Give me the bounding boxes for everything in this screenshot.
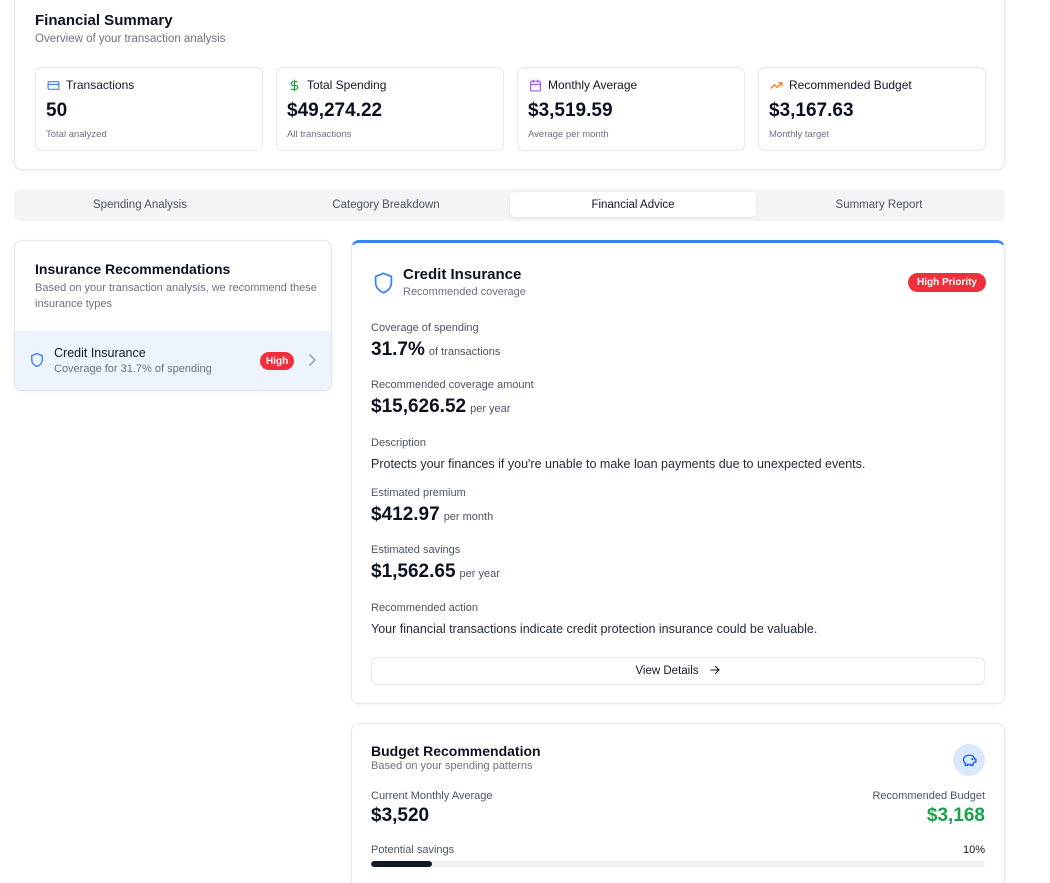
savings-progress-bar bbox=[371, 861, 985, 867]
summary-subtitle: Overview of your transaction analysis bbox=[35, 33, 226, 45]
calendar-icon bbox=[528, 78, 542, 92]
stat-label: Recommended Budget bbox=[789, 78, 912, 92]
description-label: Description bbox=[371, 437, 427, 449]
budget-title: Budget Recommendation bbox=[371, 743, 541, 759]
credit-insurance-card: Credit Insurance Recommended coverage Hi… bbox=[351, 240, 1005, 704]
tab-bar: Spending Analysis Category Breakdown Fin… bbox=[14, 189, 1005, 221]
coverage-unit: of transactions bbox=[428, 346, 501, 358]
stat-label: Monthly Average bbox=[548, 78, 638, 92]
premium-value-row: $412.97 per month bbox=[371, 504, 493, 526]
stat-card-recommended-budget: Recommended Budget $3,167.63 Monthly tar… bbox=[758, 67, 986, 151]
priority-badge: High Priority bbox=[907, 273, 986, 292]
savings-value: $1,562.65 bbox=[371, 561, 456, 582]
credit-title: Credit Insurance bbox=[403, 266, 522, 283]
insurance-list-description: Based on your transaction analysis, we r… bbox=[35, 282, 317, 310]
stat-footnote: Total analyzed bbox=[46, 129, 107, 140]
premium-label: Estimated premium bbox=[371, 487, 466, 499]
amount-value: $15,626.52 bbox=[371, 396, 467, 417]
insurance-list-title: Insurance Recommendations bbox=[35, 261, 231, 277]
potential-savings-label: Potential savings bbox=[371, 844, 455, 856]
amount-value-row: $15,626.52 per year bbox=[371, 396, 510, 418]
financial-summary-card: Financial Summary Overview of your trans… bbox=[14, 0, 1005, 170]
tab-summary-report[interactable]: Summary Report bbox=[756, 192, 1002, 217]
tab-spending-analysis[interactable]: Spending Analysis bbox=[17, 192, 263, 217]
potential-savings-percent: 10% bbox=[962, 844, 985, 856]
stat-label: Transactions bbox=[66, 78, 135, 92]
credit-subtitle: Recommended coverage bbox=[403, 286, 526, 298]
description-text: Protects your finances if you're unable … bbox=[371, 457, 866, 471]
card-icon bbox=[46, 78, 60, 92]
amount-label: Recommended coverage amount bbox=[371, 379, 534, 391]
action-text: Your financial transactions indicate cre… bbox=[371, 622, 818, 636]
tab-financial-advice[interactable]: Financial Advice bbox=[510, 192, 756, 217]
insurance-item-name: Credit Insurance bbox=[54, 346, 146, 360]
budget-recommendation-card: Budget Recommendation Based on your spen… bbox=[351, 723, 1005, 883]
coverage-label: Coverage of spending bbox=[371, 322, 479, 334]
current-average-label: Current Monthly Average bbox=[371, 790, 493, 802]
stat-value: $49,274.22 bbox=[287, 100, 383, 121]
stat-value: $3,167.63 bbox=[769, 100, 854, 121]
dollar-icon bbox=[287, 78, 301, 92]
stat-label: Total Spending bbox=[307, 78, 387, 92]
coverage-value-row: 31.7% of transactions bbox=[371, 339, 500, 361]
recommended-budget-value: $3,168 bbox=[926, 805, 985, 826]
action-label: Recommended action bbox=[371, 602, 479, 614]
stat-card-transactions: Transactions 50 Total analyzed bbox=[35, 67, 263, 151]
premium-value: $412.97 bbox=[371, 504, 440, 525]
stat-card-monthly-average: Monthly Average $3,519.59 Average per mo… bbox=[517, 67, 745, 151]
coverage-value: 31.7% bbox=[371, 339, 425, 360]
premium-unit: per month bbox=[443, 511, 494, 523]
insurance-item-coverage: Coverage for 31.7% of spending bbox=[54, 363, 212, 375]
arrow-right-icon bbox=[709, 664, 721, 679]
piggy-bank-icon bbox=[953, 744, 985, 776]
view-details-label: View Details bbox=[635, 665, 699, 677]
priority-badge: High bbox=[260, 352, 295, 370]
summary-title: Financial Summary bbox=[35, 12, 173, 29]
insurance-item-credit[interactable]: Credit Insurance Coverage for 31.7% of s… bbox=[15, 331, 331, 390]
stat-footnote: Monthly target bbox=[769, 129, 830, 140]
trending-up-icon bbox=[769, 78, 783, 92]
amount-unit: per year bbox=[470, 403, 511, 415]
stat-value: 50 bbox=[46, 100, 68, 121]
view-details-button[interactable]: View Details bbox=[371, 657, 985, 685]
shield-icon bbox=[30, 352, 44, 373]
budget-subtitle: Based on your spending patterns bbox=[371, 760, 533, 772]
insurance-recommendations-card: Insurance Recommendations Based on your … bbox=[14, 240, 332, 391]
tab-category-breakdown[interactable]: Category Breakdown bbox=[263, 192, 509, 217]
savings-label: Estimated savings bbox=[371, 544, 461, 556]
stat-footnote: All transactions bbox=[287, 129, 352, 140]
savings-progress-fill bbox=[371, 861, 433, 867]
stat-card-total-spending: Total Spending $49,274.22 All transactio… bbox=[276, 67, 504, 151]
current-average-value: $3,520 bbox=[371, 805, 430, 826]
chevron-right-icon bbox=[307, 353, 317, 372]
stat-value: $3,519.59 bbox=[528, 100, 613, 121]
savings-unit: per year bbox=[459, 568, 500, 580]
recommended-budget-label: Recommended Budget bbox=[872, 790, 985, 802]
savings-value-row: $1,562.65 per year bbox=[371, 561, 500, 583]
shield-icon bbox=[373, 271, 394, 300]
stat-footnote: Average per month bbox=[528, 129, 609, 140]
